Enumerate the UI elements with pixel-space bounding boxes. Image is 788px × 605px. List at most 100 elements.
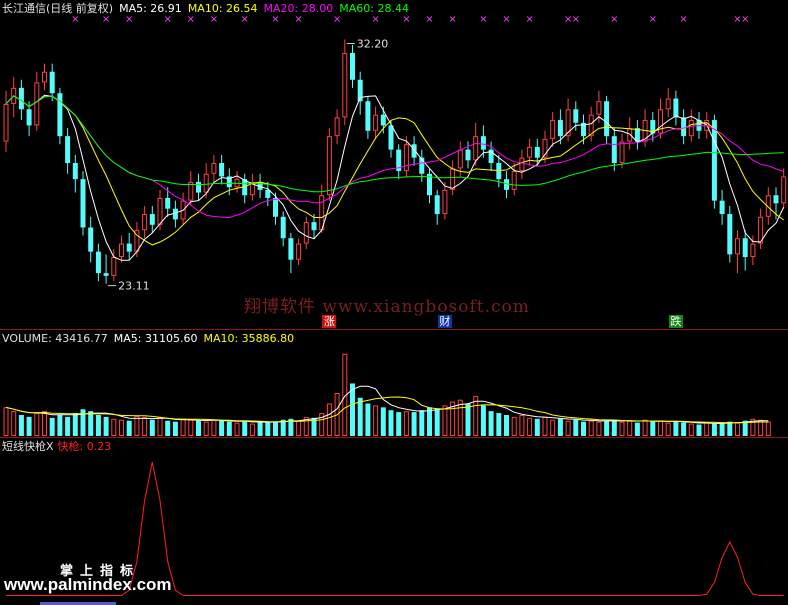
volume-bar: [719, 422, 725, 436]
candle-body: [480, 136, 486, 150]
candle-body: [72, 163, 78, 180]
top-marker: ×: [371, 14, 379, 25]
volume-bar: [488, 411, 494, 436]
volume-bar: [596, 421, 602, 436]
volume-bar: [249, 423, 255, 437]
candle-body: [188, 181, 194, 201]
signal-tag: 财: [437, 315, 452, 328]
volume-bar: [550, 419, 556, 436]
volume-bar: [18, 414, 24, 436]
volume-bar: [42, 411, 47, 436]
candle-body: [334, 117, 340, 137]
volume-header: VOLUME: 43416.77 MA5: 31105.60 MA10: 35886…: [2, 332, 300, 345]
volume-bar: [296, 420, 302, 437]
price-annotation: 32.20: [357, 37, 389, 50]
candle-body: [781, 176, 787, 204]
candle-body: [65, 136, 71, 164]
candle-body: [719, 200, 725, 215]
candle-body: [165, 197, 171, 209]
volume-bar: [727, 421, 733, 436]
ma20-label: MA20: 28.00: [263, 2, 334, 15]
candle-body: [365, 101, 371, 131]
candle-body: [742, 238, 748, 258]
top-marker: ×: [502, 14, 510, 25]
separator-volume-indicator: [0, 437, 788, 438]
volume-ma5-line: [5, 385, 769, 424]
volume-bar: [765, 421, 771, 436]
volume-bar: [388, 410, 394, 436]
volume-bar: [57, 414, 63, 436]
volume-bar: [473, 395, 479, 437]
volume-bar: [119, 419, 124, 436]
volume-bar: [273, 421, 278, 436]
volume-bar: [65, 416, 71, 436]
volume-bar: [357, 397, 363, 436]
top-marker: ×: [271, 14, 279, 25]
volume-ma10-label: MA10: 35886.80: [203, 332, 295, 345]
volume-bar: [634, 422, 640, 436]
volume-bar: [149, 419, 155, 436]
candle-body: [750, 243, 756, 258]
volume-bar: [704, 422, 710, 437]
candle-body: [380, 114, 386, 126]
candle-body: [219, 163, 225, 177]
candle-body: [457, 149, 463, 169]
volume-bar: [588, 420, 594, 437]
candle-body: [196, 181, 201, 193]
volume-bar: [496, 413, 502, 436]
candle-body: [80, 179, 86, 228]
volume-bar: [480, 405, 486, 436]
candle-body: [411, 144, 417, 158]
volume-bar: [157, 417, 163, 437]
volume-bar: [681, 422, 687, 436]
volume-bar: [172, 421, 178, 436]
volume-bar: [619, 421, 625, 436]
candle-body: [450, 168, 456, 190]
candle-body: [773, 195, 779, 204]
top-marker: ×: [479, 14, 487, 25]
top-marker: ×: [525, 14, 533, 25]
candle-body: [18, 87, 24, 110]
volume-bar: [211, 419, 217, 436]
volume-bar: [465, 403, 471, 436]
candle-body: [311, 222, 317, 231]
top-marker: ×: [741, 14, 749, 25]
top-marker: ×: [164, 14, 172, 25]
candle-body: [172, 208, 178, 220]
volume-bar: [365, 403, 371, 436]
top-marker: ×: [294, 14, 302, 25]
candle-body: [665, 98, 671, 110]
candle-body: [519, 157, 525, 172]
indicator-header: 短线快枪X 快枪: 0.23: [2, 440, 117, 453]
volume-bar: [103, 416, 109, 436]
ma10-line: [5, 95, 784, 246]
candle-body: [149, 214, 155, 225]
logo-line2: www.palmindex.com: [4, 575, 172, 594]
volume-bar: [265, 422, 271, 436]
volume-bar: [26, 416, 32, 436]
top-marker: ×: [210, 14, 218, 25]
volume-bar: [573, 419, 579, 436]
candle-body: [388, 125, 394, 150]
candle-body: [42, 71, 47, 83]
volume-bar: [557, 418, 563, 436]
signal-tag: 跌: [668, 315, 683, 328]
volume-bar: [126, 420, 132, 436]
chart-stage: × × × × × × × × × × × × × × × × × × × × × × × × 32.20 23.11 长江通信(…: [0, 0, 788, 605]
candle-body: [296, 243, 302, 260]
volume-bar: [457, 399, 463, 437]
volume-bar: [34, 413, 40, 437]
volume-bar: [80, 409, 86, 436]
candle-body: [142, 214, 148, 231]
price-annotation: 23.11: [118, 280, 150, 293]
volume-bar: [203, 421, 209, 436]
volume-label: VOLUME: 43416.77: [2, 332, 108, 345]
candle-body: [88, 227, 94, 252]
volume-bar: [380, 407, 386, 436]
volume-bar: [411, 412, 417, 436]
volume-bar: [658, 420, 663, 437]
separator-price-volume: [0, 329, 788, 330]
volume-bar: [3, 407, 9, 437]
candle-body: [596, 101, 602, 115]
volume-bar: [650, 421, 656, 436]
